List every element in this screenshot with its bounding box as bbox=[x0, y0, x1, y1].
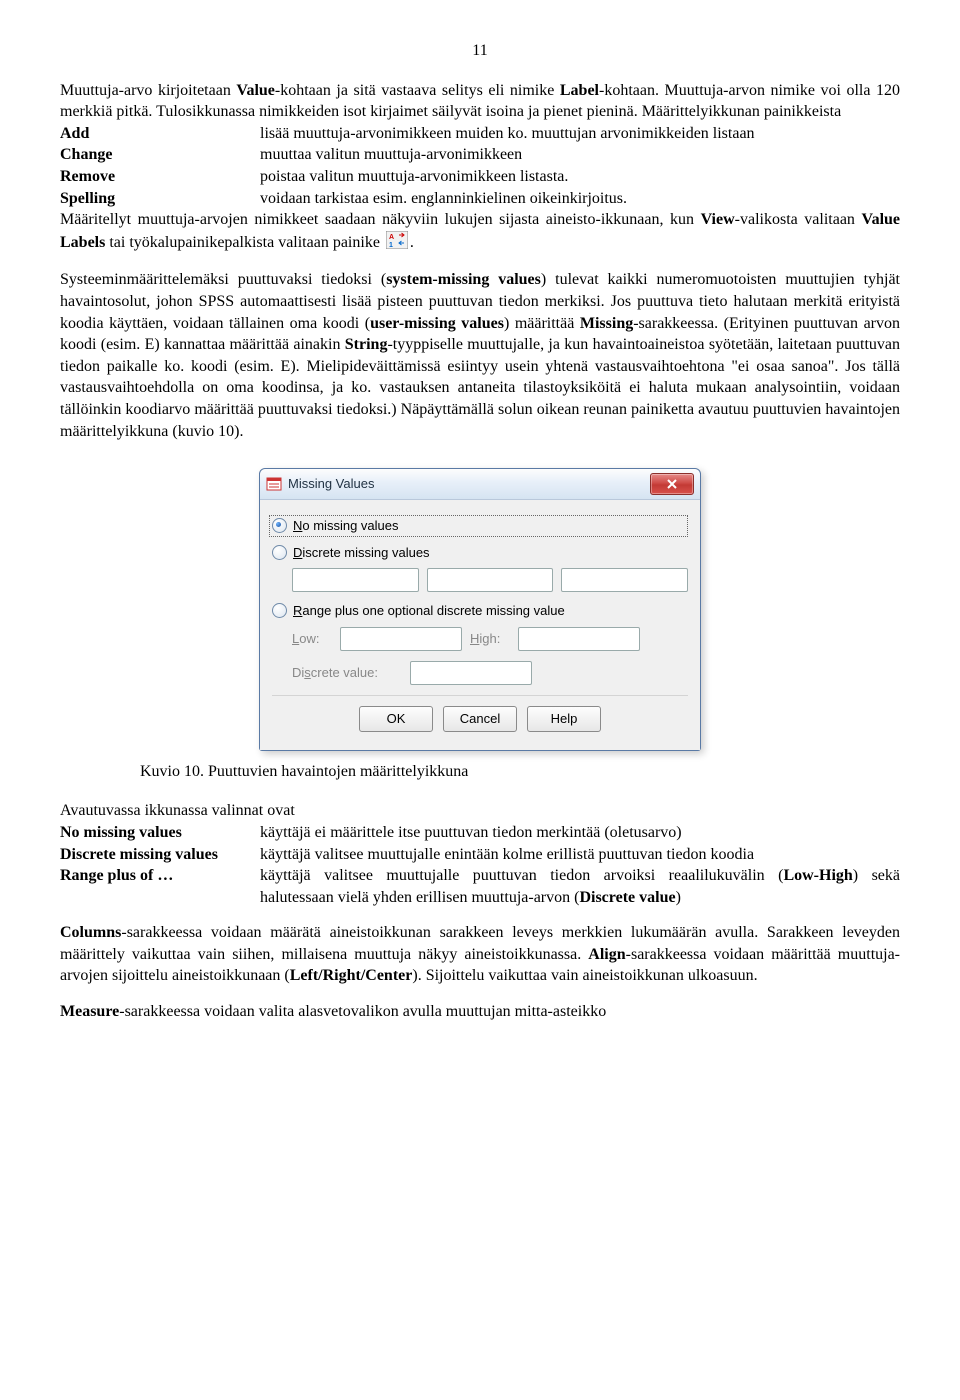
missing-values-dialog-wrap: Missing Values No missing values Discret… bbox=[60, 468, 900, 751]
paragraph-2: Määritellyt muuttuja-arvojen nimikkeet s… bbox=[60, 209, 900, 255]
p2-b: View bbox=[701, 211, 735, 228]
p2-a: Määritellyt muuttuja-arvojen nimikkeet s… bbox=[60, 211, 701, 228]
def-desc: käyttäjä ei määrittele itse puuttuvan ti… bbox=[260, 822, 900, 844]
discrete-value-input-3[interactable] bbox=[561, 568, 688, 592]
value-labels-toolbar-icon: A 1 bbox=[386, 231, 408, 256]
radio-discrete-missing-values[interactable]: Discrete missing values bbox=[272, 544, 688, 562]
discrete-value-input-2[interactable] bbox=[427, 568, 554, 592]
p3-h: String bbox=[345, 336, 388, 353]
paragraph-5: Columns-sarakkeessa voidaan määrätä aine… bbox=[60, 922, 900, 987]
low-label: Low: bbox=[292, 630, 332, 648]
radio-label: Range plus one optional discrete missing… bbox=[293, 602, 565, 620]
def-desc: poistaa valitun muuttuja-arvonimikkeen l… bbox=[260, 166, 900, 188]
p6-b: -sarakkeessa voidaan valita alasvetovali… bbox=[119, 1003, 606, 1020]
high-input[interactable] bbox=[518, 627, 640, 651]
p5-a: Columns bbox=[60, 924, 121, 941]
ok-button[interactable]: OK bbox=[359, 706, 433, 732]
p3-f: Missing bbox=[580, 315, 633, 332]
def-desc: voidaan tarkistaa esim. englanninkieline… bbox=[260, 188, 900, 210]
p1-c: -kohtaan ja sitä vastaava selitys eli ni… bbox=[275, 82, 560, 99]
def-row-change: Change muuttaa valitun muuttuja-arvonimi… bbox=[60, 144, 900, 166]
dialog-close-button[interactable] bbox=[650, 473, 694, 495]
radio-label: Discrete missing values bbox=[293, 544, 430, 562]
def-term: Remove bbox=[60, 166, 260, 188]
low-input[interactable] bbox=[340, 627, 462, 651]
p5-e: Left/Right/Center bbox=[290, 967, 413, 984]
def-desc: käyttäjä valitsee muuttujalle puuttuvan … bbox=[260, 865, 900, 908]
def-term: Range plus of … bbox=[60, 865, 260, 908]
def-row-dmv: Discrete missing values käyttäjä valitse… bbox=[60, 844, 900, 866]
p3-a: Systeeminmäärittelemäksi puuttuvaksi tie… bbox=[60, 271, 386, 288]
p3-e: ) määrittää bbox=[504, 315, 580, 332]
range-low-high-row: Low: High: bbox=[292, 627, 688, 651]
p1-d: Label bbox=[560, 82, 599, 99]
p1-a: Muuttuja-arvo kirjoitetaan bbox=[60, 82, 236, 99]
def-row-spelling: Spelling voidaan tarkistaa esim. englann… bbox=[60, 188, 900, 210]
def-desc: lisää muuttuja-arvonimikkeen muiden ko. … bbox=[260, 123, 900, 145]
def-desc: käyttäjä valitsee muuttujalle enintään k… bbox=[260, 844, 900, 866]
paragraph-3: Systeeminmäärittelemäksi puuttuvaksi tie… bbox=[60, 269, 900, 442]
page-number: 11 bbox=[60, 40, 900, 62]
discrete-values-inputs bbox=[292, 568, 688, 592]
svg-text:A: A bbox=[389, 234, 394, 241]
dialog-titlebar-icon bbox=[266, 476, 282, 492]
paragraph-4: Avautuvassa ikkunassa valinnat ovat bbox=[60, 800, 900, 822]
radio-icon bbox=[272, 545, 287, 560]
p2-e: tai työkalupainikepalkista valitaan pain… bbox=[105, 234, 384, 251]
svg-text:1: 1 bbox=[389, 242, 393, 249]
p1-b: Value bbox=[236, 82, 275, 99]
def-row-remove: Remove poistaa valitun muuttuja-arvonimi… bbox=[60, 166, 900, 188]
dialog-button-row: OK Cancel Help bbox=[272, 706, 688, 744]
dialog-title: Missing Values bbox=[288, 475, 650, 493]
def-term: Add bbox=[60, 123, 260, 145]
discrete-single-input[interactable] bbox=[410, 661, 532, 685]
definition-list-1: Add lisää muuttuja-arvonimikkeen muiden … bbox=[60, 123, 900, 209]
p5-f: ). Sijoittelu vaikuttaa vain aineistoikk… bbox=[412, 967, 757, 984]
def-row-nmv: No missing values käyttäjä ei määrittele… bbox=[60, 822, 900, 844]
radio-label: No missing values bbox=[293, 517, 399, 535]
def-row-rpo: Range plus of … käyttäjä valitsee muuttu… bbox=[60, 865, 900, 908]
paragraph-1: Muuttuja-arvo kirjoitetaan Value-kohtaan… bbox=[60, 80, 900, 123]
p5-c: Align bbox=[588, 946, 625, 963]
p6-a: Measure bbox=[60, 1003, 119, 1020]
def-term: Change bbox=[60, 144, 260, 166]
radio-icon bbox=[272, 603, 287, 618]
figure-caption: Kuvio 10. Puuttuvien havaintojen määritt… bbox=[140, 761, 900, 783]
definition-list-2: No missing values käyttäjä ei määrittele… bbox=[60, 822, 900, 908]
def-desc: muuttaa valitun muuttuja-arvonimikkeen bbox=[260, 144, 900, 166]
paragraph-6: Measure-sarakkeessa voidaan valita alasv… bbox=[60, 1001, 900, 1023]
missing-values-dialog: Missing Values No missing values Discret… bbox=[259, 468, 701, 751]
def-term: Spelling bbox=[60, 188, 260, 210]
radio-range-plus-discrete[interactable]: Range plus one optional discrete missing… bbox=[272, 602, 688, 620]
close-icon bbox=[666, 479, 678, 489]
p2-c: -valikosta valitaan bbox=[735, 211, 862, 228]
help-button[interactable]: Help bbox=[527, 706, 601, 732]
def-term: No missing values bbox=[60, 822, 260, 844]
def-row-add: Add lisää muuttuja-arvonimikkeen muiden … bbox=[60, 123, 900, 145]
dialog-separator bbox=[272, 695, 688, 696]
radio-no-missing-values[interactable]: No missing values bbox=[269, 515, 688, 537]
cancel-button[interactable]: Cancel bbox=[443, 706, 517, 732]
discrete-label: Discrete value: bbox=[292, 664, 402, 682]
radio-icon bbox=[272, 518, 287, 533]
dialog-titlebar: Missing Values bbox=[260, 469, 700, 500]
p3-d: user-missing values bbox=[370, 315, 504, 332]
dialog-body: No missing values Discrete missing value… bbox=[260, 500, 700, 750]
discrete-value-input-1[interactable] bbox=[292, 568, 419, 592]
p2-f: . bbox=[410, 234, 414, 251]
discrete-single-row: Discrete value: bbox=[292, 661, 688, 685]
high-label: High: bbox=[470, 630, 510, 648]
p3-b: system-missing values bbox=[386, 271, 541, 288]
def-term: Discrete missing values bbox=[60, 844, 260, 866]
